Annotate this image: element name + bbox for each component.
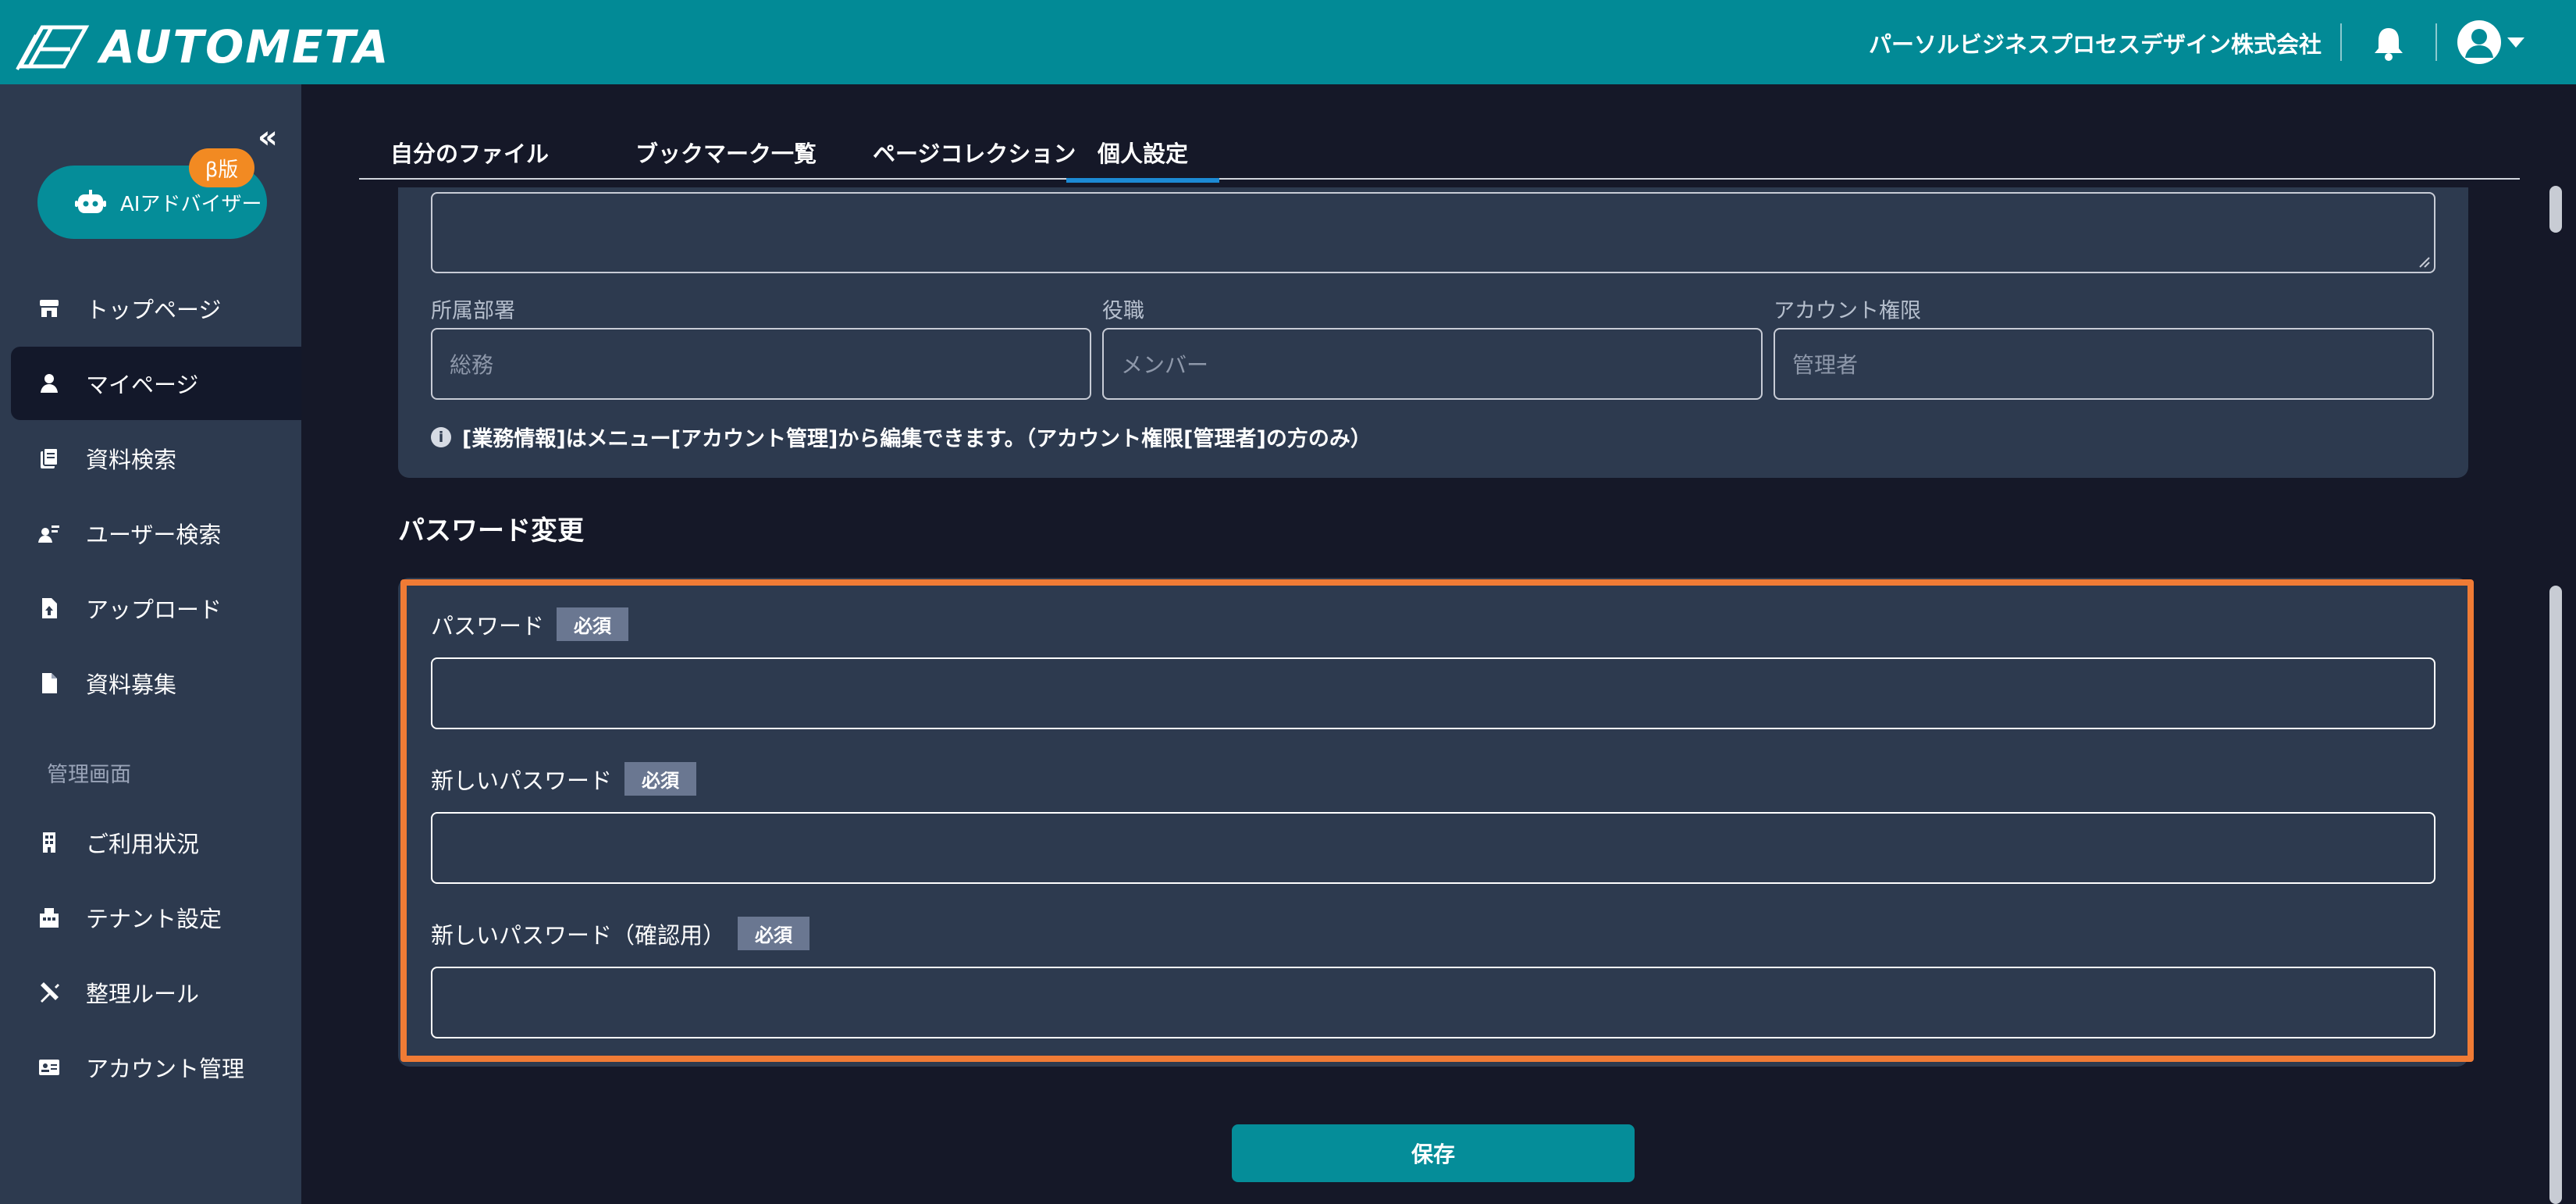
sidebar-item-user-search[interactable]: ユーザー検索: [11, 497, 301, 570]
collapse-sidebar-icon[interactable]: «: [258, 122, 278, 153]
sidebar-item-label: マイページ: [86, 372, 199, 398]
header-divider: [2340, 23, 2342, 61]
tenant-icon: [37, 906, 61, 929]
info-icon: i: [431, 426, 451, 447]
resize-handle-icon[interactable]: [2417, 255, 2431, 269]
avatar: [2457, 20, 2501, 64]
highlight-box: [400, 579, 2474, 1062]
scrollbar[interactable]: [2549, 186, 2562, 1204]
tools-icon: [37, 981, 61, 1004]
sidebar-item-label: 資料検索: [86, 447, 177, 473]
file-icon: [37, 671, 61, 695]
sidebar-item-label: アカウント管理: [86, 1056, 245, 1082]
robot-icon: [75, 190, 106, 213]
account-role-label: アカウント権限: [1774, 299, 1921, 323]
sidebar-item-label: アップロード: [86, 597, 222, 623]
sidebar-item-organize-rules[interactable]: 整理ルール: [11, 956, 301, 1029]
document-search-icon: [37, 447, 61, 470]
user-search-icon: [37, 522, 61, 545]
sidebar-item-label: ユーザー検索: [86, 522, 222, 548]
position-label: 役職: [1102, 299, 1144, 323]
app-header: AUTOMETA パーソルビジネスプロセスデザイン株式会社: [0, 0, 2576, 84]
tab-personal-settings[interactable]: 個人設定: [1066, 134, 1220, 183]
account-role-field: 管理者: [1774, 328, 2434, 400]
bell-icon[interactable]: [2371, 25, 2406, 61]
tab-bookmarks[interactable]: ブックマーク一覧: [604, 134, 848, 180]
sidebar: « AIアドバイザー β版 トップページ マイページ 資料検索 ユーザー検索 ア…: [0, 84, 301, 1204]
sidebar-item-label: 整理ルール: [86, 981, 200, 1007]
profile-card: 所属部署 総務 役職 メンバー アカウント権限 管理者 i [業務情報]はメニュ…: [398, 187, 2468, 478]
sidebar-item-label: ご利用状況: [86, 831, 200, 857]
department-field: 総務: [431, 328, 1091, 400]
building-icon: [37, 831, 61, 854]
department-label: 所属部署: [431, 299, 515, 323]
scrollbar-thumb[interactable]: [2549, 586, 2562, 1204]
password-section-title: パスワード変更: [398, 515, 584, 547]
logo-text: AUTOMETA: [100, 20, 390, 73]
id-card-icon: [37, 1056, 61, 1079]
ai-advisor-label: AIアドバイザー: [120, 192, 262, 216]
sidebar-item-document-request[interactable]: 資料募集: [11, 647, 301, 720]
chevron-down-icon: [2507, 37, 2524, 48]
header-divider: [2435, 23, 2437, 61]
sidebar-item-tenant-settings[interactable]: テナント設定: [11, 881, 301, 954]
sidebar-item-label: 資料募集: [86, 671, 177, 698]
mypage-tabs: 自分のファイル ブックマーク一覧 ページコレクション 個人設定: [359, 134, 2520, 183]
autometa-logo[interactable]: AUTOMETA: [16, 20, 390, 73]
user-icon: [37, 372, 61, 395]
scrollbar-track-top: [2549, 186, 2562, 233]
logo-mark-icon: [16, 25, 90, 70]
user-avatar-icon: [2465, 29, 2493, 58]
tab-my-files[interactable]: 自分のファイル: [359, 134, 580, 180]
info-text: [業務情報]はメニュー[アカウント管理]から編集できます。（アカウント権限[管理…: [462, 427, 1372, 451]
sidebar-item-my-page[interactable]: マイページ: [11, 347, 301, 420]
profile-textarea[interactable]: [431, 192, 2435, 273]
company-name: パーソルビジネスプロセスデザイン株式会社: [1868, 31, 2322, 58]
admin-section-label: 管理画面: [47, 763, 131, 787]
sidebar-item-usage-status[interactable]: ご利用状況: [11, 806, 301, 879]
sidebar-item-label: トップページ: [86, 297, 222, 323]
info-note: i [業務情報]はメニュー[アカウント管理]から編集できます。（アカウント権限[…: [431, 422, 1372, 452]
upload-file-icon: [37, 597, 61, 620]
sidebar-item-document-search[interactable]: 資料検索: [11, 422, 301, 495]
sidebar-item-top-page[interactable]: トップページ: [11, 272, 301, 345]
sidebar-item-label: テナント設定: [86, 906, 222, 932]
sidebar-item-upload[interactable]: アップロード: [11, 572, 301, 645]
position-field: メンバー: [1102, 328, 1763, 400]
sidebar-item-account-management[interactable]: アカウント管理: [11, 1031, 301, 1104]
beta-badge: β版: [189, 148, 254, 187]
save-button[interactable]: 保存: [1232, 1124, 1635, 1182]
user-menu[interactable]: [2457, 20, 2524, 64]
store-icon: [37, 297, 61, 320]
